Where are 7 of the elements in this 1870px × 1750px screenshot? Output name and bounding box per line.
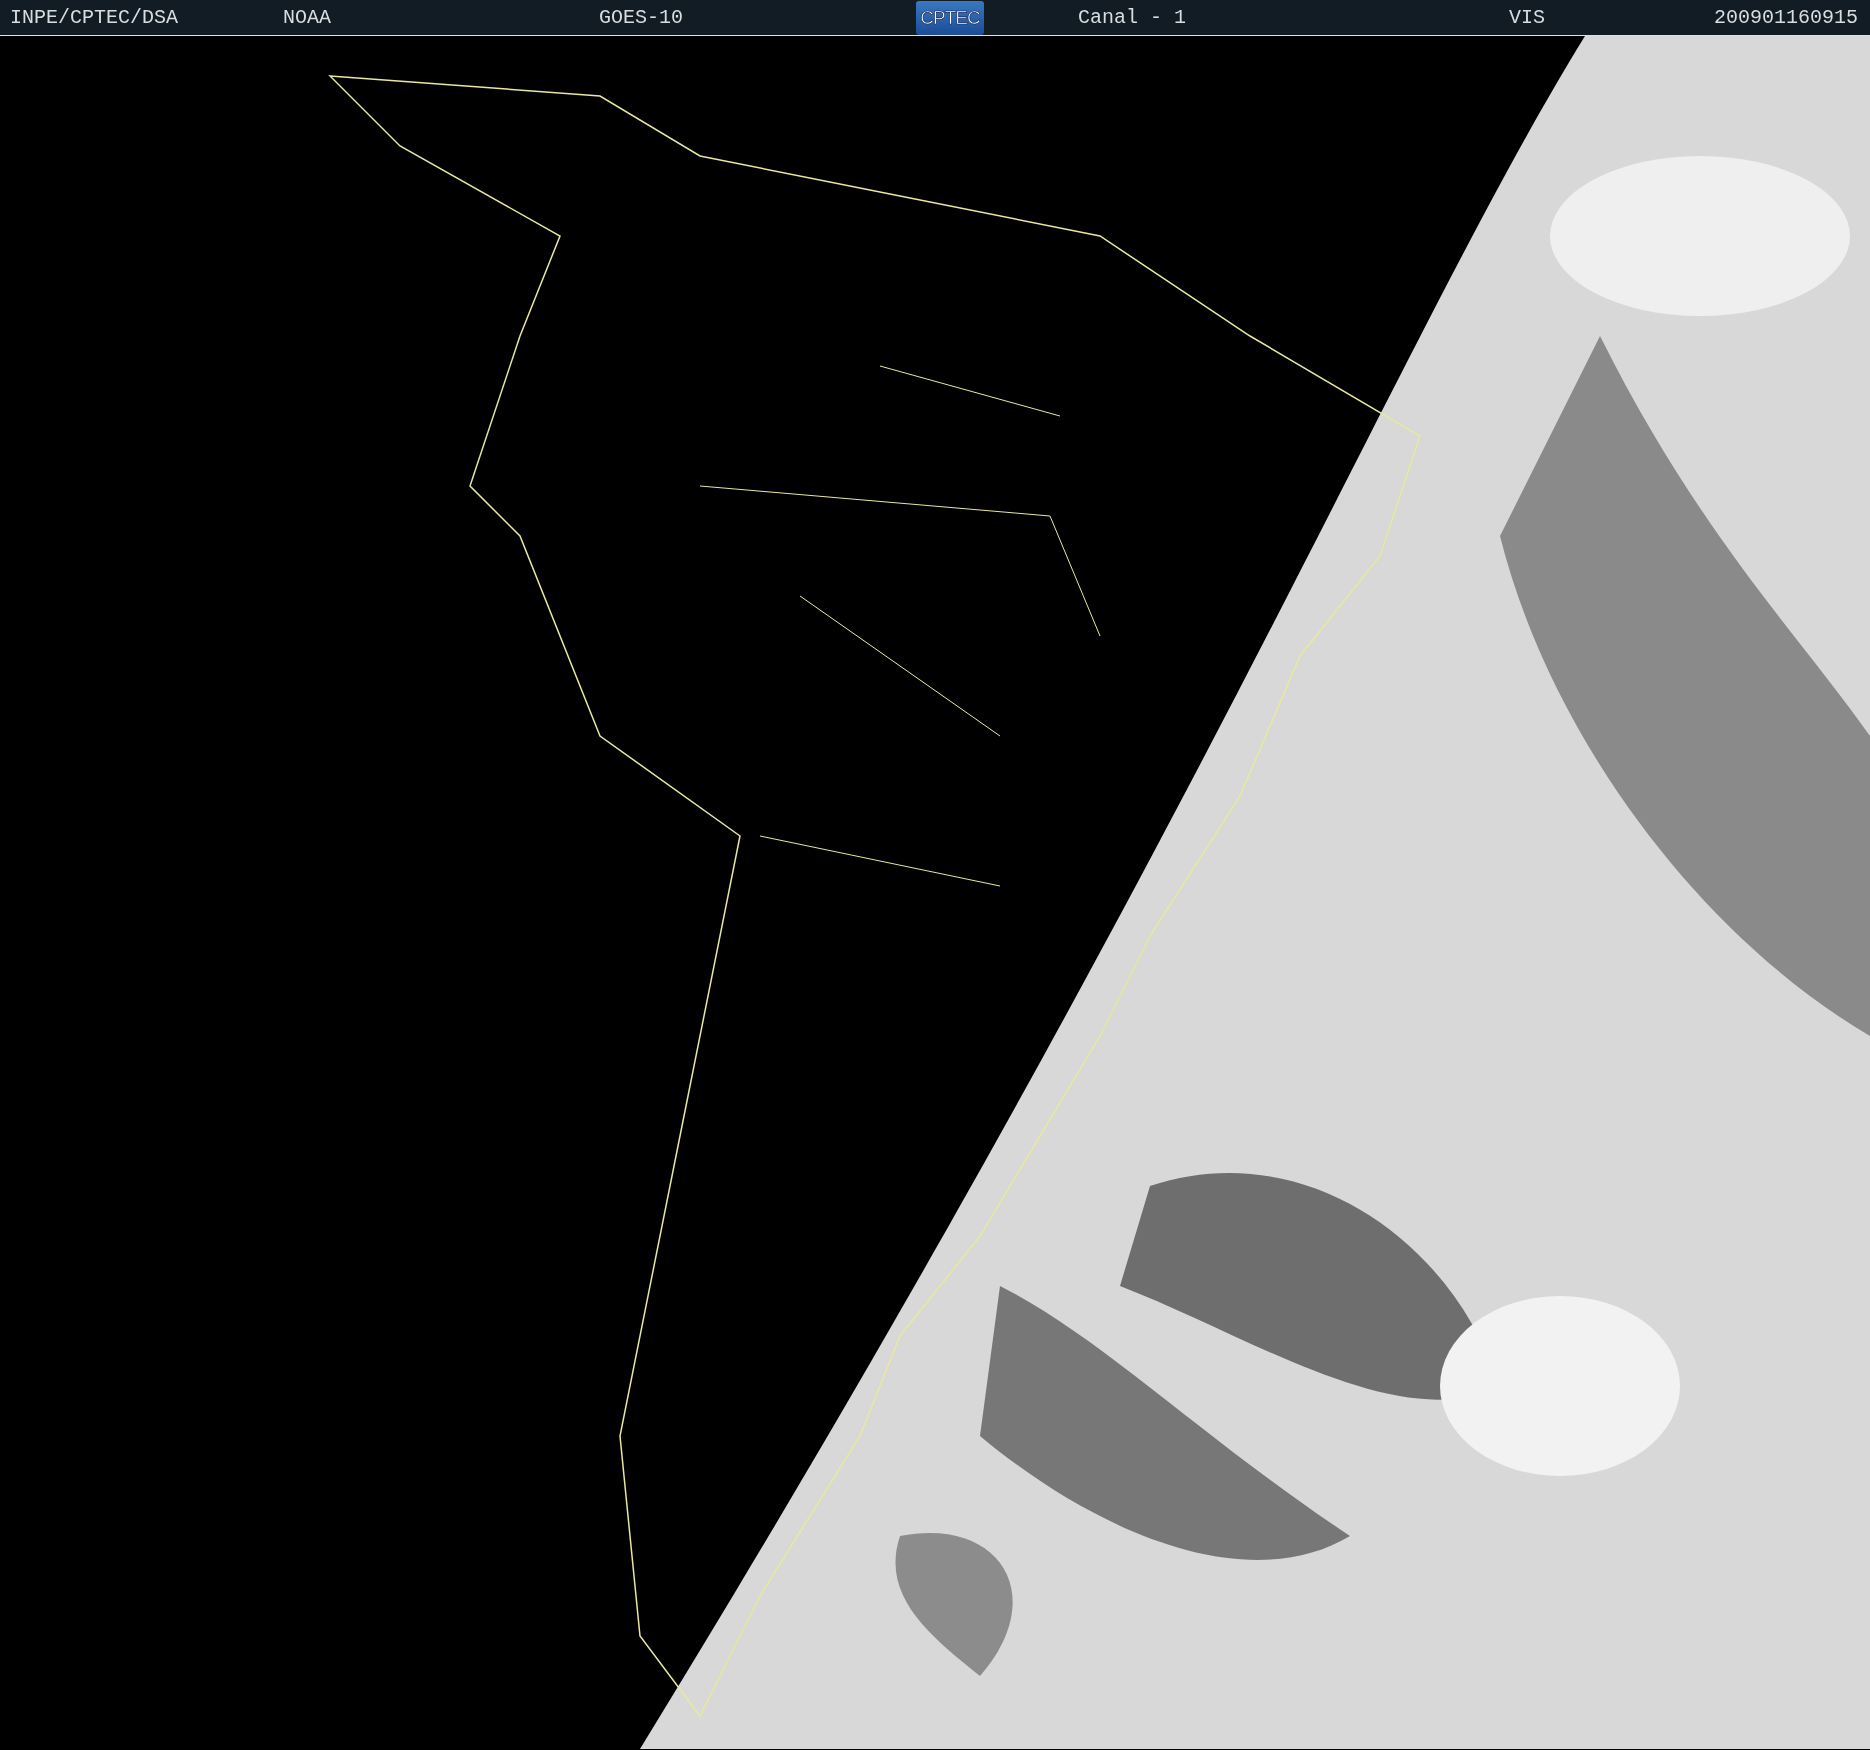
band-label: VIS <box>1509 6 1546 29</box>
source-label: INPE/CPTEC/DSA <box>10 6 180 29</box>
agency-label: NOAA <box>283 6 332 29</box>
channel-label: Canal - 1 <box>1078 6 1188 29</box>
timestamp: 200901160915 <box>1713 6 1858 29</box>
satellite-label: GOES-10 <box>599 6 684 29</box>
logo: CPTEC <box>916 0 984 35</box>
